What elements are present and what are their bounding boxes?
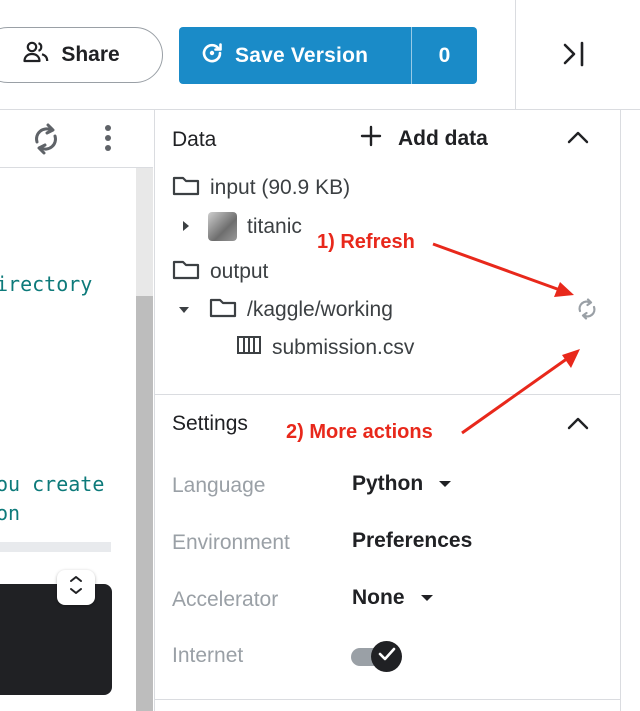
arrowhead-more-actions <box>562 349 580 368</box>
annotation-arrows <box>432 242 580 435</box>
notebook-editor: Share Save Version 0 irectory ou create … <box>0 0 640 711</box>
arrow-refresh <box>432 242 561 292</box>
arrowhead-refresh <box>554 282 574 297</box>
arrow-more-actions <box>461 356 569 435</box>
